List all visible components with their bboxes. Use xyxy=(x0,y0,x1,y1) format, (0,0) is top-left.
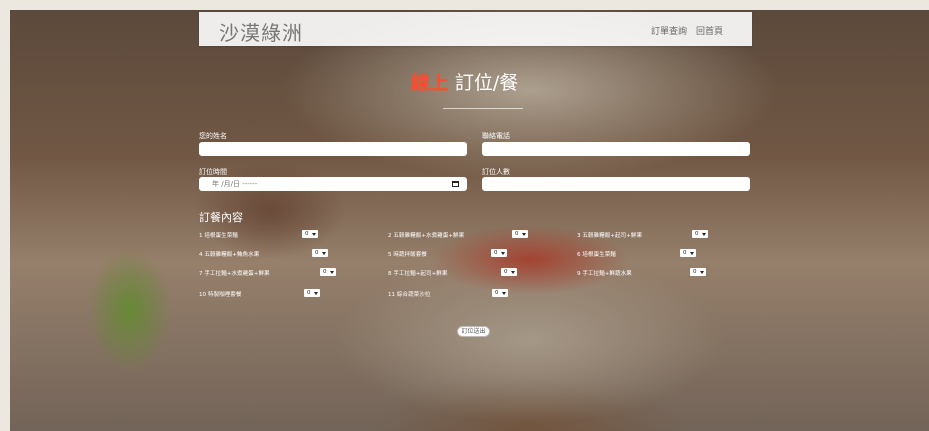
chevron-down-icon xyxy=(330,271,334,274)
menu-item-2: 2 五穀雜糧飯+水煮雞蛋+鮮果 xyxy=(388,233,465,239)
qty-select-3[interactable]: 0 xyxy=(692,230,708,238)
qty-value-2: 0 xyxy=(515,231,519,237)
chevron-down-icon xyxy=(700,271,704,274)
menu-item-8: 8 手工拉麵+起司+鮮果 xyxy=(388,271,448,277)
qty-select-7[interactable]: 0 xyxy=(320,268,336,276)
qty-select-9[interactable]: 0 xyxy=(690,268,706,276)
phone-label: 聯絡電話 xyxy=(482,132,510,140)
chevron-down-icon xyxy=(522,233,526,236)
menu-item-6: 6 培根蛋生菜麵 xyxy=(577,252,616,258)
date-input[interactable]: 年 /月/日 ------ xyxy=(199,177,467,191)
people-label: 訂位人數 xyxy=(482,168,510,176)
title-accent: 線上 xyxy=(410,72,449,94)
phone-input[interactable] xyxy=(482,142,750,156)
qty-value-9: 0 xyxy=(693,269,697,275)
qty-select-10[interactable]: 0 xyxy=(304,289,320,297)
menu-item-10: 10 特製咖哩套餐 xyxy=(199,292,242,298)
chevron-down-icon xyxy=(312,233,316,236)
date-label: 訂位時間 xyxy=(199,168,227,176)
qty-value-4: 0 xyxy=(315,250,319,256)
people-input[interactable] xyxy=(482,177,750,191)
nav-home[interactable]: 回首頁 xyxy=(696,24,723,37)
qty-select-11[interactable]: 0 xyxy=(492,289,508,297)
qty-select-2[interactable]: 0 xyxy=(512,230,528,238)
chevron-down-icon xyxy=(314,292,318,295)
menu-item-11: 11 綜合蔬菜沙拉 xyxy=(388,292,431,298)
qty-value-6: 0 xyxy=(683,250,687,256)
qty-select-1[interactable]: 0 xyxy=(302,230,318,238)
qty-value-5: 0 xyxy=(494,250,498,256)
menu-item-4: 4 五穀雜糧飯+鮪魚水果 xyxy=(199,252,260,258)
qty-select-4[interactable]: 0 xyxy=(312,249,328,257)
title-rest: 訂位/餐 xyxy=(448,72,519,94)
chevron-down-icon xyxy=(502,292,506,295)
title-divider xyxy=(443,108,523,109)
chevron-down-icon xyxy=(511,271,515,274)
qty-value-3: 0 xyxy=(695,231,699,237)
site-brand[interactable]: 沙漠綠洲 xyxy=(219,17,303,46)
qty-select-8[interactable]: 0 xyxy=(501,268,517,276)
name-input[interactable] xyxy=(199,142,467,156)
chevron-down-icon xyxy=(501,252,505,255)
chevron-down-icon xyxy=(322,252,326,255)
menu-item-9: 9 手工拉麵+鮮蔬水果 xyxy=(577,271,632,277)
calendar-icon[interactable] xyxy=(452,181,459,187)
qty-value-11: 0 xyxy=(495,290,499,296)
qty-value-8: 0 xyxy=(504,269,508,275)
nav-order-lookup[interactable]: 訂單查詢 xyxy=(651,24,687,37)
page-title: 線上 訂位/餐 xyxy=(0,68,929,95)
chevron-down-icon xyxy=(690,252,694,255)
top-navbar: 沙漠綠洲 訂單查詢 回首頁 xyxy=(199,12,752,46)
name-label: 您的姓名 xyxy=(199,132,227,140)
submit-button[interactable]: 訂位送出 xyxy=(457,326,490,337)
qty-select-6[interactable]: 0 xyxy=(680,249,696,257)
chevron-down-icon xyxy=(702,233,706,236)
qty-value-7: 0 xyxy=(323,269,327,275)
menu-item-5: 5 時蔬拌飯套餐 xyxy=(388,252,427,258)
menu-item-1: 1 培根蛋生菜麵 xyxy=(199,233,238,239)
order-section-title: 訂餐內容 xyxy=(199,211,243,224)
qty-value-10: 0 xyxy=(307,290,311,296)
menu-item-7: 7 手工拉麵+水煮雞蛋+鮮果 xyxy=(199,271,270,277)
qty-value-1: 0 xyxy=(305,231,309,237)
menu-item-3: 3 五穀雜糧飯+起司+鮮果 xyxy=(577,233,643,239)
date-placeholder: 年 /月/日 ------ xyxy=(212,180,258,188)
qty-select-5[interactable]: 0 xyxy=(491,249,507,257)
